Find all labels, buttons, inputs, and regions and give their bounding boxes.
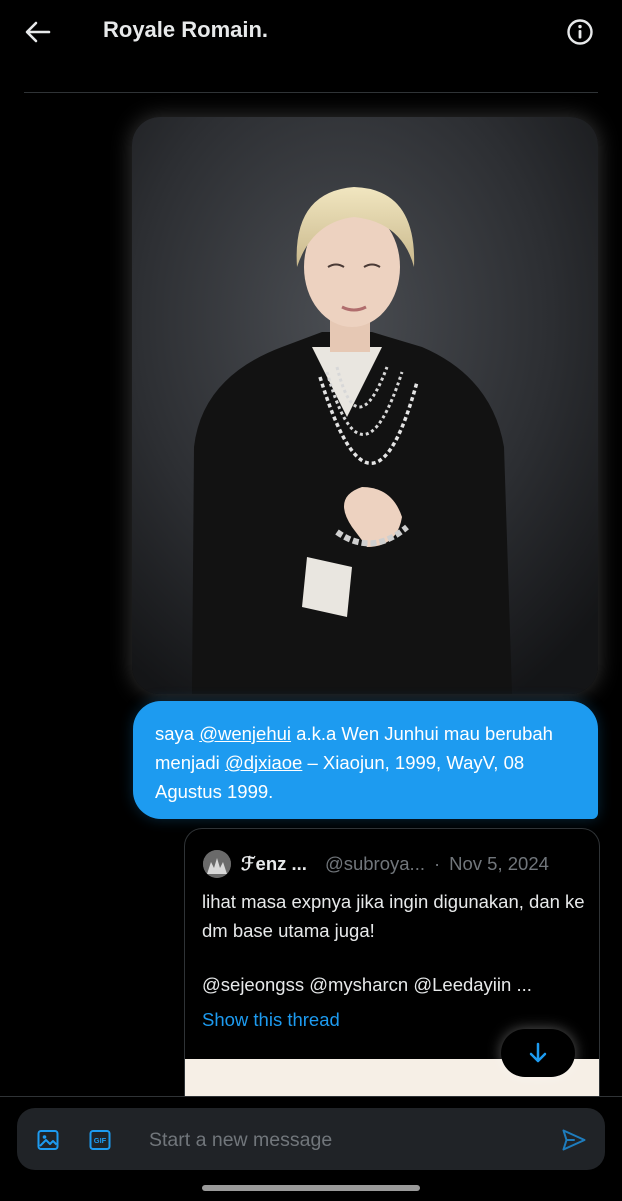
gif-label: GIF [94,1136,107,1145]
quoted-tweet-header: ℱenz ... @subroya... · Nov 5, 2024 [203,849,549,879]
image-icon [37,1130,59,1150]
message-composer: GIF [17,1108,605,1170]
quoted-tweet-text: lihat masa expnya jika ingin digunakan, … [202,891,585,941]
quoted-tweet-date: Nov 5, 2024 [449,853,549,874]
home-indicator [202,1185,420,1191]
back-button[interactable] [18,14,58,50]
photo-message[interactable] [132,117,598,694]
add-media-button[interactable] [35,1127,61,1153]
arrow-down-icon [529,1042,547,1063]
conversation-title: Royale Romain. [103,17,269,42]
message-input[interactable] [147,1123,541,1157]
gif-icon: GIF [89,1130,111,1150]
avatar [203,850,231,878]
message-text-prefix: saya [155,723,200,744]
quoted-author-handle: @subroya... [324,853,425,874]
quoted-author-name: ℱenz ... [241,853,307,874]
arrow-left-icon [25,21,51,43]
info-circle-icon [567,19,593,45]
photo-image [132,117,598,694]
scroll-to-bottom-button[interactable] [501,1029,575,1077]
header-divider [24,92,598,93]
mention-link-djxiaoe[interactable]: @djxiaoe [225,752,302,773]
mention-link-wenjehui[interactable]: @wenjehui [199,723,291,744]
dot-separator: · [433,853,441,874]
add-gif-button[interactable]: GIF [87,1127,113,1153]
info-button[interactable] [562,14,598,50]
show-thread-link[interactable]: Show this thread [202,1009,340,1031]
quoted-tweet-mentions: @sejeongss @mysharcn @Leedayiin ... [202,974,532,995]
conversation-header: Royale Romain. [0,0,622,92]
send-button[interactable] [559,1125,589,1155]
send-icon [562,1129,586,1151]
sent-message-bubble[interactable]: saya @wenjehui a.k.a Wen Junhui mau beru… [133,701,598,819]
